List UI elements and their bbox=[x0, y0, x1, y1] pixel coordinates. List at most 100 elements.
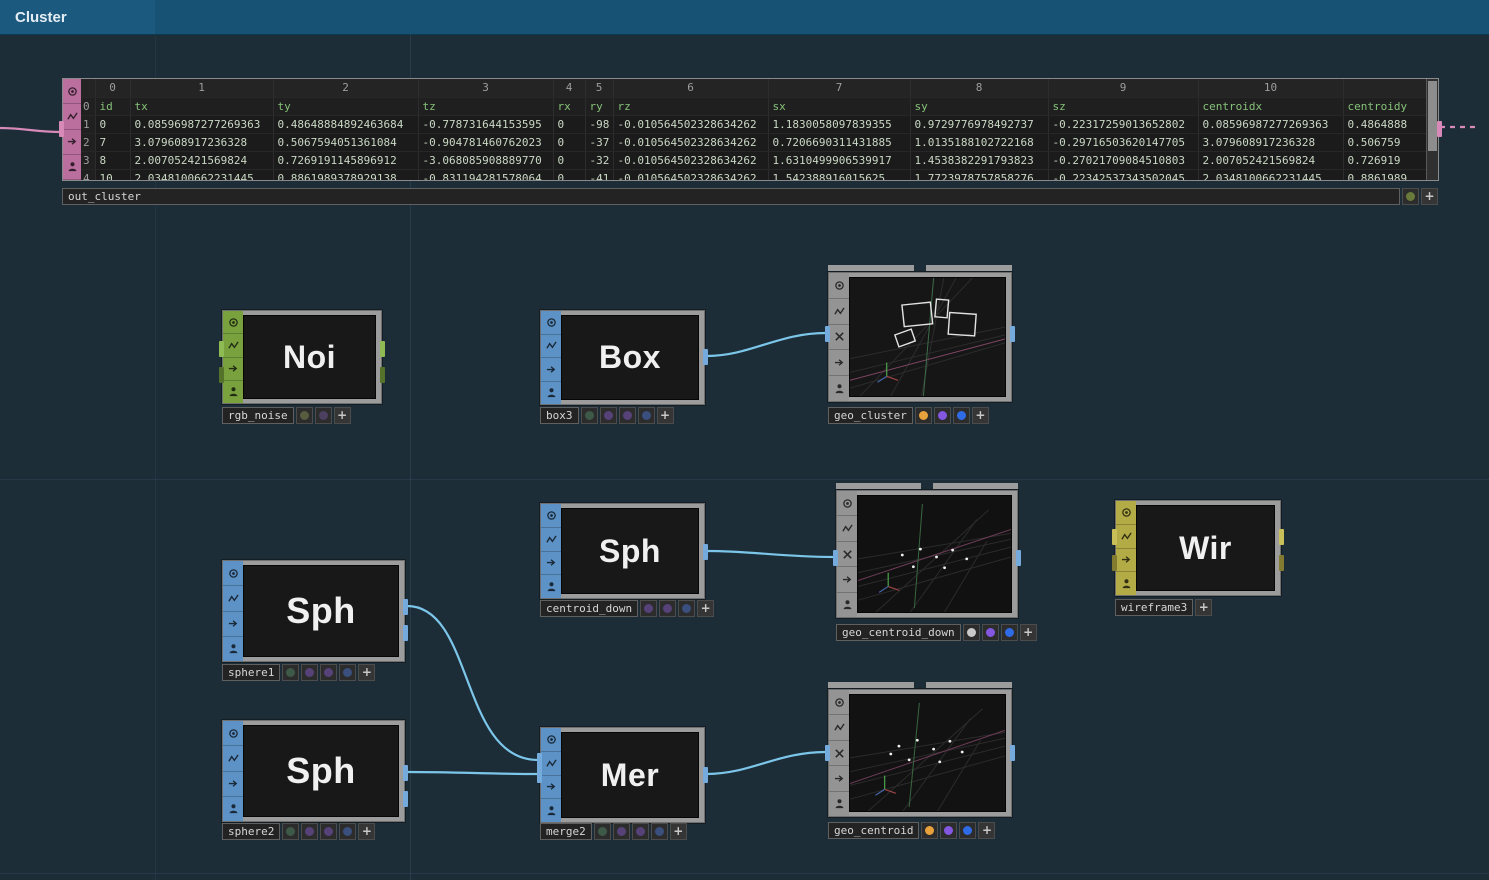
node-box3[interactable]: Box bbox=[540, 310, 705, 405]
bypass-arrow-icon[interactable] bbox=[541, 552, 561, 576]
add-flag-button[interactable]: + bbox=[1195, 599, 1212, 616]
node-wireframe3[interactable]: Wir bbox=[1115, 500, 1281, 596]
node-centroid_down[interactable]: Sph bbox=[540, 503, 705, 599]
flag-dot[interactable] bbox=[613, 823, 630, 840]
graph-icon[interactable] bbox=[541, 528, 561, 552]
bypass-arrow-icon[interactable] bbox=[223, 358, 243, 381]
node-geo_centroid[interactable] bbox=[828, 689, 1012, 817]
flag-dot[interactable] bbox=[600, 407, 617, 424]
node-name[interactable]: centroid_down bbox=[540, 600, 638, 617]
display-icon[interactable] bbox=[63, 79, 81, 104]
flag-dot[interactable] bbox=[651, 823, 668, 840]
dat-table-viewer[interactable]: 012345678910 0idtxtytzrxryrzsxsyszcentro… bbox=[81, 79, 1426, 180]
flag-dot[interactable] bbox=[940, 822, 957, 839]
bypass-arrow-icon[interactable] bbox=[829, 350, 849, 376]
person-icon[interactable] bbox=[829, 792, 849, 816]
flag-dot[interactable] bbox=[619, 407, 636, 424]
node-sphere2[interactable]: Sph bbox=[222, 720, 405, 822]
node-geo_centroid_down[interactable] bbox=[836, 490, 1018, 618]
scrollbar-thumb[interactable] bbox=[1428, 81, 1437, 151]
output-connector[interactable] bbox=[1016, 550, 1021, 566]
display-icon[interactable] bbox=[829, 273, 849, 299]
graph-icon[interactable] bbox=[1116, 525, 1136, 549]
flag-dot[interactable] bbox=[339, 664, 356, 681]
display-icon[interactable] bbox=[223, 561, 243, 586]
flag-dot[interactable] bbox=[1001, 624, 1018, 641]
person-icon[interactable] bbox=[223, 637, 243, 661]
output-connector[interactable] bbox=[380, 341, 385, 357]
bypass-arrow-icon[interactable] bbox=[541, 358, 561, 382]
flag-dot[interactable] bbox=[915, 407, 932, 424]
person-icon[interactable] bbox=[541, 575, 561, 598]
output-connector[interactable] bbox=[1437, 121, 1442, 137]
display-icon[interactable] bbox=[1116, 501, 1136, 525]
person-icon[interactable] bbox=[541, 382, 561, 405]
display-icon[interactable] bbox=[223, 721, 243, 746]
node-merge2[interactable]: Mer bbox=[540, 727, 705, 823]
render-x-icon[interactable] bbox=[837, 542, 857, 567]
flag-dot[interactable] bbox=[581, 407, 598, 424]
flag-dot[interactable] bbox=[594, 823, 611, 840]
input-connector[interactable] bbox=[1112, 529, 1117, 545]
display-icon[interactable] bbox=[837, 491, 857, 516]
bypass-arrow-icon[interactable] bbox=[829, 766, 849, 791]
add-flag-button[interactable]: + bbox=[697, 600, 714, 617]
input-connector[interactable] bbox=[219, 367, 224, 383]
person-icon[interactable] bbox=[541, 799, 561, 822]
output-connector[interactable] bbox=[403, 599, 408, 615]
render-x-icon[interactable] bbox=[829, 325, 849, 351]
input-connector[interactable] bbox=[59, 121, 64, 137]
flag-dot[interactable] bbox=[963, 624, 980, 641]
add-flag-button[interactable]: + bbox=[1421, 188, 1438, 205]
node-name[interactable]: box3 bbox=[540, 407, 579, 424]
flag-dot[interactable] bbox=[282, 823, 299, 840]
graph-icon[interactable] bbox=[829, 715, 849, 740]
flag-dot[interactable] bbox=[315, 407, 332, 424]
render-x-icon[interactable] bbox=[829, 741, 849, 766]
display-icon[interactable] bbox=[829, 690, 849, 715]
node-sphere1[interactable]: Sph bbox=[222, 560, 405, 662]
output-connector[interactable] bbox=[403, 791, 408, 807]
flag-dot[interactable] bbox=[921, 822, 938, 839]
output-connector[interactable] bbox=[1010, 326, 1015, 342]
geo_cluster-top-connector[interactable] bbox=[828, 265, 1012, 271]
output-connector[interactable] bbox=[1279, 555, 1284, 571]
node-name[interactable]: out_cluster bbox=[62, 188, 1400, 205]
bypass-arrow-icon[interactable] bbox=[223, 772, 243, 797]
output-connector[interactable] bbox=[380, 367, 385, 383]
node-name[interactable]: sphere2 bbox=[222, 823, 280, 840]
flag-dot[interactable] bbox=[953, 407, 970, 424]
person-icon[interactable] bbox=[223, 381, 243, 403]
person-icon[interactable] bbox=[223, 797, 243, 821]
graph-icon[interactable] bbox=[837, 516, 857, 541]
input-connector[interactable] bbox=[825, 326, 830, 342]
graph-icon[interactable] bbox=[541, 752, 561, 776]
output-connector[interactable] bbox=[403, 765, 408, 781]
person-icon[interactable] bbox=[63, 155, 81, 180]
person-icon[interactable] bbox=[829, 376, 849, 401]
flag-dot[interactable] bbox=[638, 407, 655, 424]
output-connector[interactable] bbox=[703, 767, 708, 783]
flag-dot[interactable] bbox=[296, 407, 313, 424]
flag-dot[interactable] bbox=[678, 600, 695, 617]
input-connector[interactable] bbox=[833, 550, 838, 566]
output-connector[interactable] bbox=[703, 544, 708, 560]
person-icon[interactable] bbox=[837, 593, 857, 617]
graph-icon[interactable] bbox=[223, 334, 243, 357]
person-icon[interactable] bbox=[1116, 572, 1136, 595]
node-name[interactable]: geo_cluster bbox=[828, 407, 913, 424]
flag-dot[interactable] bbox=[640, 600, 657, 617]
flag-dot[interactable] bbox=[632, 823, 649, 840]
graph-icon[interactable] bbox=[223, 746, 243, 771]
graph-icon[interactable] bbox=[63, 104, 81, 129]
node-name[interactable]: sphere1 bbox=[222, 664, 280, 681]
display-icon[interactable] bbox=[541, 728, 561, 752]
input-connector[interactable] bbox=[537, 767, 542, 783]
flag-dot[interactable] bbox=[339, 823, 356, 840]
flag-dot[interactable] bbox=[959, 822, 976, 839]
output-connector[interactable] bbox=[1279, 529, 1284, 545]
flag-dot[interactable] bbox=[659, 600, 676, 617]
flag-dot[interactable] bbox=[282, 664, 299, 681]
flag-dot[interactable] bbox=[934, 407, 951, 424]
flag-dot[interactable] bbox=[982, 624, 999, 641]
